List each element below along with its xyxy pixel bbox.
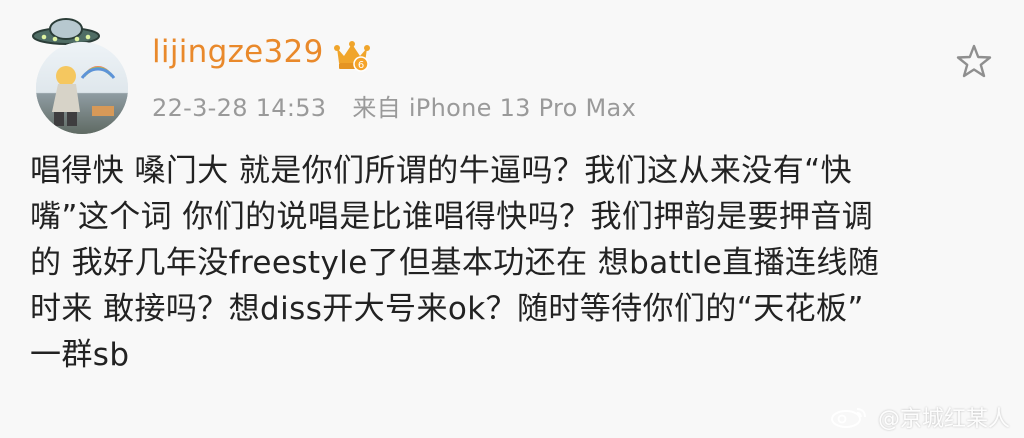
weibo-logo-icon (830, 408, 866, 428)
avatar-container[interactable] (30, 12, 134, 134)
watermark: @京城红某人 (828, 404, 1010, 432)
post-source: 来自 iPhone 13 Pro Max (352, 94, 637, 122)
post-line: 唱得快 嗓门大 就是你们所谓的牛逼吗？我们这从来没有“快 (30, 153, 852, 189)
post-line: 的 我好几年没freestyle了但基本功还在 想battle直播连线随 (30, 245, 880, 281)
favorite-star-icon[interactable] (954, 42, 994, 82)
post-line: 一群sb (30, 337, 130, 373)
post-line: 嘴”这个词 你们的说唱是比谁唱得快吗？我们押韵是要押音调 (30, 199, 874, 235)
weibo-post: lijingze329 6 22-3-28 14:53 来自 iPhone 13… (0, 0, 1024, 438)
post-meta: 22-3-28 14:53 来自 iPhone 13 Pro Max (152, 88, 636, 123)
post-line: 时来 敢接吗？想diss开大号来ok？随时等待你们的“天花板” (30, 291, 864, 327)
post-date: 22-3-28 14:53 (152, 94, 327, 122)
watermark-text: @京城红某人 (877, 407, 1010, 432)
post-body: 唱得快 嗓门大 就是你们所谓的牛逼吗？我们这从来没有“快 嘴”这个词 你们的说唱… (30, 148, 994, 378)
vip-crown-icon: 6 (334, 41, 370, 72)
username[interactable]: lijingze329 (152, 34, 324, 70)
vip-level-label: 6 (358, 60, 364, 71)
user-avatar[interactable] (36, 42, 128, 134)
